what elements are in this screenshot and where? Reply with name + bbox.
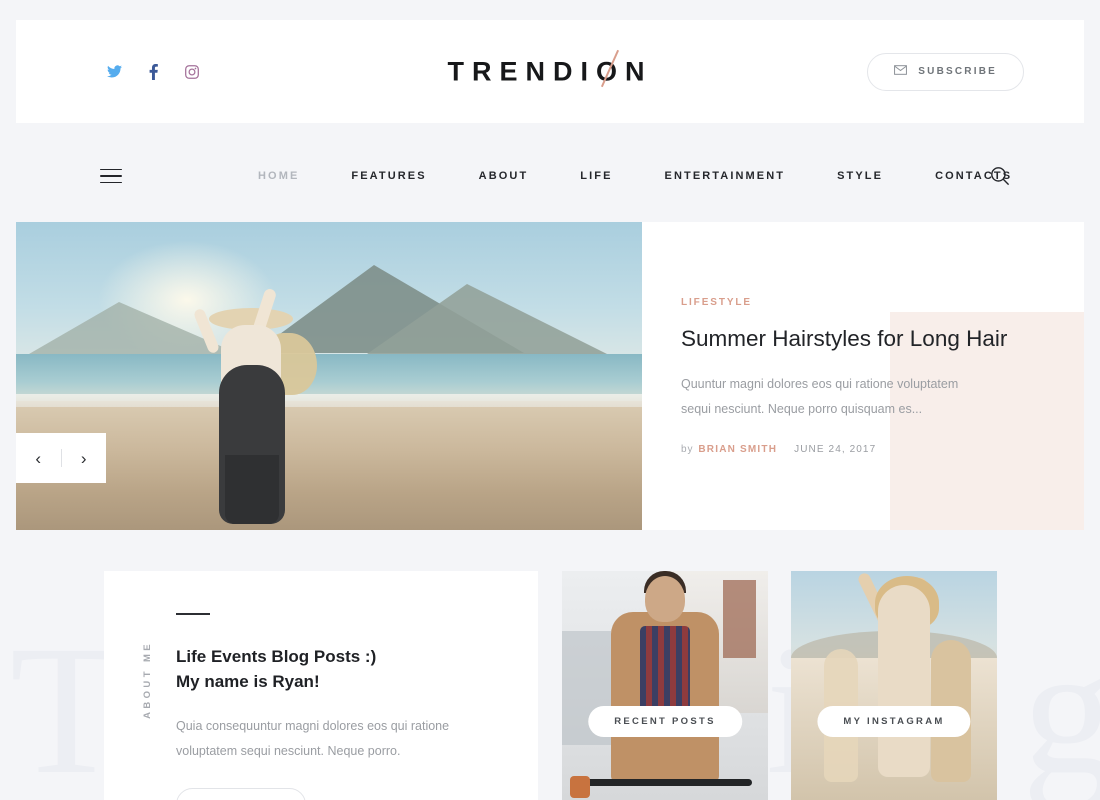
photo-bike-grip — [570, 775, 591, 798]
logo-text-start: TRENDI — [447, 56, 596, 86]
read-more-button[interactable]: READ MORE — [176, 788, 306, 800]
hero-img-mountain — [366, 283, 607, 354]
hero-img-legs — [225, 454, 280, 524]
burger-line — [100, 181, 122, 184]
about-excerpt: Quia consequuntur magni dolores eos qui … — [176, 719, 450, 759]
envelope-icon — [894, 65, 908, 78]
hamburger-menu-icon[interactable] — [100, 164, 122, 189]
recent-posts-card[interactable]: RECENT POSTS — [562, 571, 768, 800]
facebook-icon[interactable] — [145, 63, 161, 80]
about-title-line-1: Life Events Blog Posts :) — [176, 647, 377, 666]
nav-item-style[interactable]: STYLE — [811, 170, 909, 182]
about-vertical-label: ABOUT ME — [142, 641, 153, 719]
my-instagram-button[interactable]: MY INSTAGRAM — [817, 706, 971, 737]
hero-carousel-controls: ‹ › — [16, 433, 106, 483]
twitter-icon[interactable] — [106, 64, 122, 80]
burger-line — [100, 175, 122, 177]
social-links — [106, 63, 200, 80]
chevron-right-icon[interactable]: › — [62, 433, 107, 483]
nav-links: HOME FEATURES ABOUT LIFE ENTERTAINMENT S… — [232, 170, 1038, 182]
recent-posts-button[interactable]: RECENT POSTS — [588, 706, 742, 737]
main-navigation: HOME FEATURES ABOUT LIFE ENTERTAINMENT S… — [0, 135, 1100, 217]
cyclist-photo — [562, 571, 768, 800]
my-instagram-card[interactable]: MY INSTAGRAM — [791, 571, 997, 800]
hero-meta: by BRIAN SMITH JUNE 24, 2017 — [681, 444, 1021, 455]
photo-person-head — [645, 575, 685, 622]
decorative-letter-g: g — [1022, 608, 1100, 800]
hero-category[interactable]: LIFESTYLE — [681, 297, 1021, 308]
nav-item-life[interactable]: LIFE — [554, 170, 638, 182]
hero-excerpt: Quuntur magni dolores eos qui ratione vo… — [681, 376, 959, 416]
beach-runners-photo — [791, 571, 997, 800]
instagram-icon[interactable] — [184, 64, 200, 80]
nav-item-contacts[interactable]: CONTACTS — [909, 170, 1038, 182]
hero-title[interactable]: Summer Hairstyles for Long Hair — [681, 324, 1021, 353]
hero-date: JUNE 24, 2017 — [794, 443, 877, 455]
hero-image-beach-couple[interactable] — [16, 222, 642, 530]
logo-slash-accent — [601, 49, 620, 87]
photo-handlebar — [578, 779, 752, 787]
about-content: Life Events Blog Posts :) My name is Rya… — [176, 613, 510, 800]
photo-building — [722, 580, 756, 659]
chevron-left-icon[interactable]: ‹ — [16, 433, 61, 483]
about-divider — [176, 613, 210, 615]
about-title: Life Events Blog Posts :) My name is Rya… — [176, 645, 510, 694]
nav-item-features[interactable]: FEATURES — [325, 170, 452, 182]
about-title-line-2: My name is Ryan! — [176, 671, 320, 691]
hero-featured-post: ‹ › LIFESTYLE Summer Hairstyles for Long… — [16, 222, 1084, 530]
about-me-card: ABOUT ME Life Events Blog Posts :) My na… — [104, 571, 538, 800]
site-header: TRENDIO N SUBSCRIBE — [16, 20, 1084, 123]
logo-text-end: N — [625, 56, 653, 86]
subscribe-button[interactable]: SUBSCRIBE — [867, 52, 1024, 91]
nav-item-about[interactable]: ABOUT — [453, 170, 555, 182]
hero-text-block: LIFESTYLE Summer Hairstyles for Long Hai… — [681, 222, 1021, 530]
search-icon[interactable] — [990, 166, 1010, 186]
subscribe-label: SUBSCRIBE — [918, 66, 997, 77]
nav-item-entertainment[interactable]: ENTERTAINMENT — [639, 170, 812, 182]
hero-author[interactable]: BRIAN SMITH — [698, 444, 777, 455]
photo-runner — [877, 584, 930, 778]
logo-o-with-slash: O — [595, 49, 625, 87]
hero-img-couple — [191, 287, 341, 524]
burger-line — [100, 168, 122, 171]
page-root: T i g TRENDION — [0, 0, 1100, 800]
hero-by-label: by — [681, 443, 694, 455]
logo-letter-o: O — [595, 56, 625, 86]
nav-item-home[interactable]: HOME — [232, 170, 325, 182]
